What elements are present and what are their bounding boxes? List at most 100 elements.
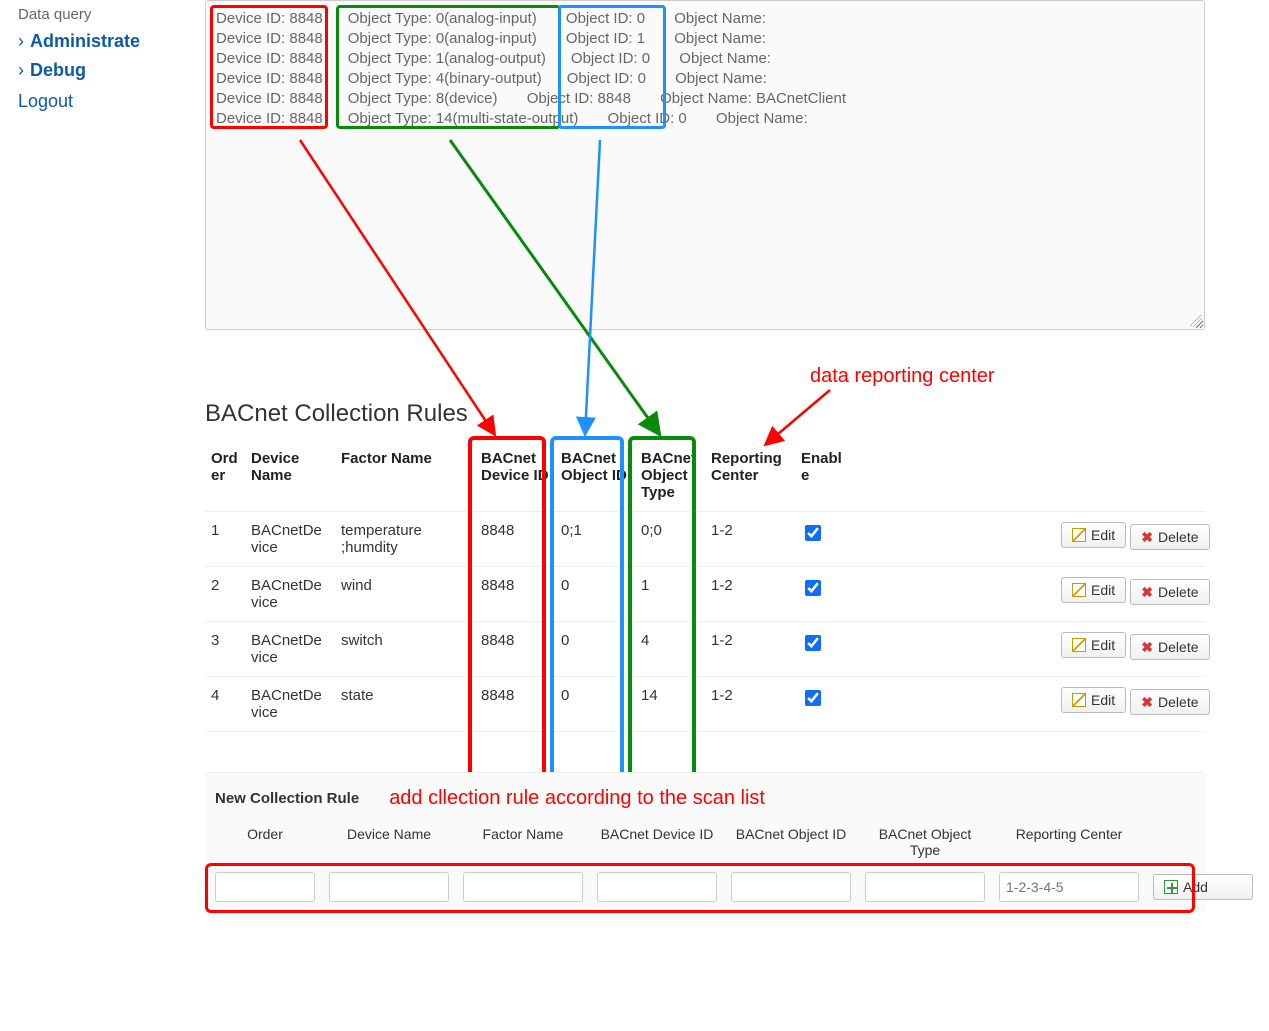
cell-bacnet-device-id: 8848 — [475, 512, 555, 567]
th-enable: Enable — [795, 440, 855, 512]
add-icon — [1164, 880, 1178, 894]
cell-order: 3 — [205, 622, 245, 677]
table-row: 2BACnetDevicewind8848011-2Edit ✖Delete — [205, 567, 1205, 622]
nr-input-bacnet-object-type[interactable] — [865, 872, 985, 902]
sidebar: Data query ›Administrate › Debug Logout — [0, 0, 200, 118]
enable-checkbox[interactable] — [805, 635, 821, 651]
cell-bacnet-object-id: 0 — [555, 622, 635, 677]
delete-icon: ✖ — [1141, 530, 1153, 544]
scan-line: Device ID: 8848 Object Type: 1(analog-ou… — [216, 49, 1194, 69]
cell-enable — [795, 622, 855, 677]
annotation-add-rule: add cllection rule according to the scan… — [389, 787, 765, 810]
delete-icon: ✖ — [1141, 695, 1153, 709]
sidebar-item-administrate[interactable]: ›Administrate — [0, 27, 200, 56]
nr-th-device-name: Device Name — [329, 826, 449, 842]
cell-factor-name: state — [335, 677, 475, 732]
edit-icon — [1072, 638, 1086, 652]
nr-input-bacnet-device-id[interactable] — [597, 872, 717, 902]
cell-order: 4 — [205, 677, 245, 732]
sidebar-item-label: Debug — [30, 60, 86, 80]
cell-device-name: BACnetDevice — [245, 622, 335, 677]
cell-bacnet-object-id: 0 — [555, 677, 635, 732]
sidebar-item-label: Administrate — [30, 31, 140, 51]
cell-enable — [795, 512, 855, 567]
cell-order: 1 — [205, 512, 245, 567]
edit-button[interactable]: Edit — [1061, 577, 1126, 603]
cell-enable — [795, 567, 855, 622]
edit-icon — [1072, 693, 1086, 707]
scan-line: Device ID: 8848 Object Type: 0(analog-in… — [216, 29, 1194, 49]
delete-button[interactable]: ✖Delete — [1130, 634, 1209, 660]
cell-bacnet-object-id: 0 — [555, 567, 635, 622]
delete-label: Delete — [1158, 529, 1198, 545]
table-row: 3BACnetDeviceswitch8848041-2Edit ✖Delete — [205, 622, 1205, 677]
nr-input-reporting-center[interactable] — [999, 872, 1139, 902]
chevron-right-icon: › — [18, 60, 24, 80]
table-row: 1BACnetDevicetemperature ;humdity88480;1… — [205, 512, 1205, 567]
delete-icon: ✖ — [1141, 585, 1153, 599]
cell-order: 2 — [205, 567, 245, 622]
th-bacnet-device-id: BACnet Device ID — [475, 440, 555, 512]
scan-line: Device ID: 8848 Object Type: 0(analog-in… — [216, 9, 1194, 29]
enable-checkbox[interactable] — [805, 690, 821, 706]
add-button-label: Add — [1183, 879, 1208, 895]
scan-line: Device ID: 8848 Object Type: 14(multi-st… — [216, 109, 1194, 129]
cell-enable — [795, 677, 855, 732]
section-title: BACnet Collection Rules — [205, 400, 1205, 428]
nr-input-bacnet-object-id[interactable] — [731, 872, 851, 902]
th-device-name: Device Name — [245, 440, 335, 512]
delete-label: Delete — [1158, 584, 1198, 600]
nr-input-order[interactable] — [215, 872, 315, 902]
nr-th-bacnet-device-id: BACnet Device ID — [597, 826, 717, 842]
th-bacnet-object-id: BACnet Object ID — [555, 440, 635, 512]
sidebar-item-data-query[interactable]: Data query — [0, 2, 200, 27]
delete-icon: ✖ — [1141, 640, 1153, 654]
delete-label: Delete — [1158, 694, 1198, 710]
nr-input-factor-name[interactable] — [463, 872, 583, 902]
edit-icon — [1072, 583, 1086, 597]
cell-reporting-center: 1-2 — [705, 512, 795, 567]
th-order: Order — [205, 440, 245, 512]
cell-factor-name: wind — [335, 567, 475, 622]
cell-bacnet-device-id: 8848 — [475, 677, 555, 732]
sidebar-item-debug[interactable]: › Debug — [0, 56, 200, 85]
edit-label: Edit — [1091, 582, 1115, 598]
edit-button[interactable]: Edit — [1061, 632, 1126, 658]
delete-button[interactable]: ✖ Delete — [1130, 524, 1209, 550]
nr-input-device-name[interactable] — [329, 872, 449, 902]
th-bacnet-object-type: BACnet Object Type — [635, 440, 705, 512]
nr-th-bacnet-object-id: BACnet Object ID — [731, 826, 851, 842]
cell-bacnet-object-type: 14 — [635, 677, 705, 732]
cell-bacnet-object-type: 4 — [635, 622, 705, 677]
nr-th-reporting-center: Reporting Center — [999, 826, 1139, 842]
table-row: 4BACnetDevicestate88480141-2Edit ✖Delete — [205, 677, 1205, 732]
add-button[interactable]: Add — [1153, 874, 1253, 900]
cell-factor-name: temperature ;humdity — [335, 512, 475, 567]
cell-bacnet-device-id: 8848 — [475, 567, 555, 622]
rules-table-wrapper: Order Device Name Factor Name BACnet Dev… — [205, 440, 1205, 732]
sidebar-item-logout[interactable]: Logout — [0, 85, 200, 118]
enable-checkbox[interactable] — [805, 580, 821, 596]
cell-device-name: BACnetDevice — [245, 567, 335, 622]
nr-th-order: Order — [215, 826, 315, 842]
rules-table: Order Device Name Factor Name BACnet Dev… — [205, 440, 1205, 732]
scan-line: Device ID: 8848 Object Type: 4(binary-ou… — [216, 69, 1194, 89]
delete-button[interactable]: ✖ Delete — [1130, 689, 1209, 715]
scan-line: Device ID: 8848 Object Type: 8(device) O… — [216, 89, 1194, 109]
new-rule-panel: New Collection Rule add cllection rule a… — [205, 772, 1205, 912]
enable-checkbox[interactable] — [805, 525, 821, 541]
cell-bacnet-object-type: 1 — [635, 567, 705, 622]
cell-bacnet-object-id: 0;1 — [555, 512, 635, 567]
scan-result-box[interactable]: Device ID: 8848 Object Type: 0(analog-in… — [205, 0, 1205, 330]
cell-reporting-center: 1-2 — [705, 622, 795, 677]
edit-button[interactable]: Edit — [1061, 522, 1126, 548]
cell-device-name: BACnetDevice — [245, 512, 335, 567]
edit-button[interactable]: Edit — [1061, 687, 1126, 713]
delete-button[interactable]: ✖ Delete — [1130, 579, 1209, 605]
edit-icon — [1072, 528, 1086, 542]
th-reporting-center: Reporting Center — [705, 440, 795, 512]
edit-label: Edit — [1091, 692, 1115, 708]
nr-th-bacnet-object-type: BACnet Object Type — [865, 826, 985, 858]
edit-label: Edit — [1091, 527, 1115, 543]
edit-label: Edit — [1091, 637, 1115, 653]
